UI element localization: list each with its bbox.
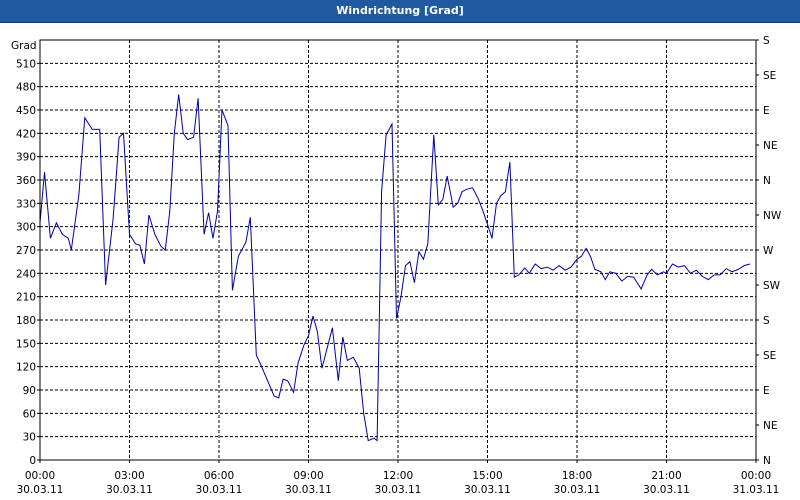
y-tick-label: 210: [16, 292, 36, 304]
x-tick-date: 30.03.11: [285, 484, 332, 496]
compass-label: SE: [763, 70, 776, 82]
x-tick-time: 21:00: [651, 470, 681, 482]
wind-direction-chart: 0 30 60 90 120 150 180 210 240 270 300 330 360 390 420…: [11, 35, 782, 496]
compass-label: SE: [763, 350, 776, 362]
y-axis-left: 0 30 60 90 120 150 180 210 240 270 300 330 360 390 420…: [16, 58, 40, 467]
compass-label: E: [763, 105, 770, 117]
x-tick-date: 30.03.11: [464, 484, 511, 496]
compass-label: NW: [763, 210, 782, 222]
x-tick-time: 00:00: [741, 470, 771, 482]
compass-label: S: [763, 315, 770, 327]
window-title: Windrichtung [Grad]: [336, 4, 464, 17]
compass-label: NE: [763, 140, 778, 152]
compass-label: N: [763, 455, 771, 467]
x-tick-date: 30.03.11: [554, 484, 601, 496]
x-tick-date: 30.03.11: [17, 484, 64, 496]
compass-label: S: [763, 35, 770, 47]
compass-label: W: [763, 245, 774, 257]
x-tick-date: 31.03.11: [733, 484, 780, 496]
y-tick-label: 360: [16, 175, 36, 187]
y-tick-label: 150: [16, 338, 36, 350]
y-tick-label: 240: [16, 268, 36, 280]
y-tick-label: 0: [29, 455, 36, 467]
y-axis-label: Grad: [11, 40, 37, 52]
compass-label: N: [763, 175, 771, 187]
y-tick-label: 420: [16, 128, 36, 140]
x-tick-time: 12:00: [383, 470, 413, 482]
x-tick-date: 30.03.11: [375, 484, 422, 496]
y-tick-label: 270: [16, 245, 36, 257]
y-tick-label: 300: [16, 222, 36, 234]
y-tick-label: 480: [16, 82, 36, 94]
y-tick-label: 180: [16, 315, 36, 327]
y-tick-label: 120: [16, 362, 36, 374]
y-tick-label: 450: [16, 105, 36, 117]
y-tick-label: 510: [16, 58, 36, 70]
y-tick-label: 390: [16, 152, 36, 164]
x-tick-time: 03:00: [114, 470, 144, 482]
compass-label: NE: [763, 420, 778, 432]
x-tick-date: 30.03.11: [106, 484, 153, 496]
x-axis: 00:00 30.03.11 03:00 30.03.11 06:00 30.03.11 0…: [17, 460, 780, 496]
y-tick-label: 30: [23, 432, 36, 444]
y-tick-label: 60: [23, 408, 36, 420]
compass-label: E: [763, 385, 770, 397]
compass-label: SW: [763, 280, 781, 292]
y-axis-right: N NE E SE S SW W NW N NE E SE S: [756, 35, 782, 467]
y-tick-label: 330: [16, 198, 36, 210]
window-titlebar: Windrichtung [Grad]: [0, 0, 800, 23]
x-tick-time: 09:00: [293, 470, 323, 482]
x-tick-time: 00:00: [25, 470, 55, 482]
x-tick-time: 06:00: [204, 470, 234, 482]
x-tick-date: 30.03.11: [196, 484, 243, 496]
x-tick-time: 15:00: [472, 470, 502, 482]
x-tick-date: 30.03.11: [643, 484, 690, 496]
x-tick-time: 18:00: [562, 470, 592, 482]
y-tick-label: 90: [23, 385, 36, 397]
